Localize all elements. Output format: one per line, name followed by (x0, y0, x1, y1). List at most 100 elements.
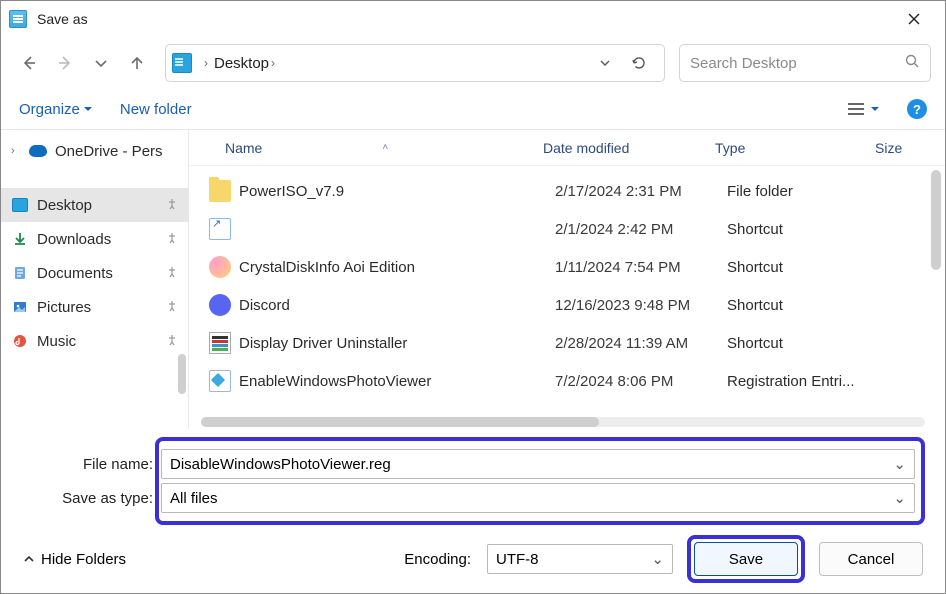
chevron-right-icon: › (271, 56, 275, 70)
file-date: 7/2/2024 8:06 PM (555, 373, 727, 390)
title-bar: Save as (1, 1, 945, 37)
help-button[interactable]: ? (907, 99, 927, 119)
file-date: 12/16/2023 9:48 PM (555, 297, 727, 314)
file-list-scrollbar[interactable] (931, 170, 941, 270)
recent-button[interactable] (87, 49, 115, 77)
file-type: Shortcut (727, 221, 887, 238)
file-type: Shortcut (727, 259, 887, 276)
sidebar-item-desktop[interactable]: Desktop (1, 188, 188, 222)
document-icon (11, 264, 29, 282)
download-icon (11, 230, 29, 248)
chevron-down-icon (599, 57, 611, 69)
hide-folders-label: Hide Folders (41, 551, 126, 568)
address-history-button[interactable] (588, 47, 622, 79)
file-list: Name ˄ Date modified Type Size PowerISO_v… (189, 130, 945, 429)
chevron-down-icon (93, 55, 109, 71)
back-button[interactable] (15, 49, 43, 77)
file-type: Shortcut (727, 335, 887, 352)
encoding-value: UTF-8 (496, 551, 539, 568)
chevron-down-icon[interactable]: ⌄ (893, 455, 906, 473)
table-row[interactable]: EnableWindowsPhotoViewer 7/2/2024 8:06 P… (189, 362, 945, 400)
sidebar-scrollbar[interactable] (178, 354, 186, 394)
arrow-left-icon (21, 55, 37, 71)
pin-icon (166, 197, 178, 214)
table-row[interactable]: Discord 12/16/2023 9:48 PM Shortcut (189, 286, 945, 324)
file-name: CrystalDiskInfo Aoi Edition (239, 259, 555, 276)
search-icon (904, 53, 920, 73)
sidebar-item-music[interactable]: Music (1, 324, 188, 358)
table-row[interactable]: CrystalDiskInfo Aoi Edition 1/11/2024 7:… (189, 248, 945, 286)
buttons-row: Hide Folders Encoding: UTF-8 ⌄ Save Canc… (1, 531, 945, 587)
sidebar-item-documents[interactable]: Documents (1, 256, 188, 290)
new-folder-button[interactable]: New folder (120, 101, 192, 118)
toolbar: Organize New folder ? (1, 89, 945, 129)
save-button[interactable]: Save (694, 542, 798, 576)
encoding-dropdown[interactable]: UTF-8 ⌄ (487, 544, 673, 574)
up-button[interactable] (123, 49, 151, 77)
search-input[interactable]: Search Desktop (679, 44, 931, 82)
cloud-icon (29, 142, 47, 160)
sidebar-item-onedrive[interactable]: › OneDrive - Pers (1, 134, 188, 168)
file-name: PowerISO_v7.9 (239, 183, 555, 200)
folder-icon (209, 180, 231, 202)
close-icon (908, 13, 920, 25)
pictures-icon (11, 298, 29, 316)
table-row[interactable]: Display Driver Uninstaller 2/28/2024 11:… (189, 324, 945, 362)
column-headers[interactable]: Name ˄ Date modified Type Size (189, 130, 945, 166)
sort-indicator-icon: ˄ (382, 142, 388, 153)
chevron-down-icon (871, 107, 879, 115)
main-area: › OneDrive - Pers Desktop Downloads Docu… (1, 129, 945, 429)
hide-folders-button[interactable]: Hide Folders (23, 551, 126, 568)
pin-icon (166, 231, 178, 248)
file-date: 2/1/2024 2:42 PM (555, 221, 727, 238)
encoding-label: Encoding: (404, 551, 471, 568)
music-icon (11, 332, 29, 350)
desktop-icon (172, 53, 192, 73)
file-name: Discord (239, 297, 555, 314)
refresh-button[interactable] (622, 47, 656, 79)
notepad-icon (9, 10, 27, 28)
app-icon (209, 256, 231, 278)
organize-menu[interactable]: Organize (19, 101, 92, 118)
app-icon (209, 332, 231, 354)
address-bar[interactable]: › Desktop › (165, 44, 665, 82)
column-name[interactable]: Name (225, 140, 262, 156)
nav-row: › Desktop › Search Desktop (1, 37, 945, 89)
file-type: File folder (727, 183, 887, 200)
filename-input[interactable]: DisableWindowsPhotoViewer.reg ⌄ (161, 449, 915, 479)
sidebar-item-label: Documents (37, 265, 113, 282)
table-row[interactable]: 2/1/2024 2:42 PM Shortcut (189, 210, 945, 248)
view-menu[interactable] (847, 102, 879, 116)
column-type[interactable]: Type (715, 140, 875, 156)
registry-icon (209, 370, 231, 392)
column-size[interactable]: Size (875, 140, 933, 156)
highlight-annotation: File name: DisableWindowsPhotoViewer.reg… (155, 437, 925, 525)
refresh-icon (631, 55, 647, 71)
chevron-down-icon[interactable]: ⌄ (651, 550, 664, 568)
sidebar-item-label: Pictures (37, 299, 91, 316)
close-button[interactable] (891, 1, 937, 37)
file-list-hscrollbar[interactable] (201, 417, 925, 427)
form-area: File name: DisableWindowsPhotoViewer.reg… (1, 429, 945, 525)
file-type: Shortcut (727, 297, 887, 314)
file-rows: PowerISO_v7.9 2/17/2024 2:31 PM File fol… (189, 166, 945, 429)
sidebar-item-downloads[interactable]: Downloads (1, 222, 188, 256)
cancel-button[interactable]: Cancel (819, 542, 923, 576)
filename-value: DisableWindowsPhotoViewer.reg (170, 456, 391, 473)
forward-button[interactable] (51, 49, 79, 77)
sidebar-item-pictures[interactable]: Pictures (1, 290, 188, 324)
desktop-icon (11, 196, 29, 214)
discord-icon (209, 294, 231, 316)
saveastype-value: All files (170, 490, 218, 507)
search-placeholder: Search Desktop (690, 55, 797, 72)
chevron-up-icon (23, 553, 35, 565)
saveastype-dropdown[interactable]: All files ⌄ (161, 483, 915, 513)
chevron-right-icon: › (11, 145, 21, 157)
column-date[interactable]: Date modified (543, 140, 715, 156)
pin-icon (166, 265, 178, 282)
breadcrumb[interactable]: Desktop (214, 55, 269, 72)
table-row[interactable]: PowerISO_v7.9 2/17/2024 2:31 PM File fol… (189, 172, 945, 210)
chevron-down-icon[interactable]: ⌄ (893, 489, 906, 507)
file-name: Display Driver Uninstaller (239, 335, 555, 352)
chevron-right-icon: › (204, 56, 208, 70)
